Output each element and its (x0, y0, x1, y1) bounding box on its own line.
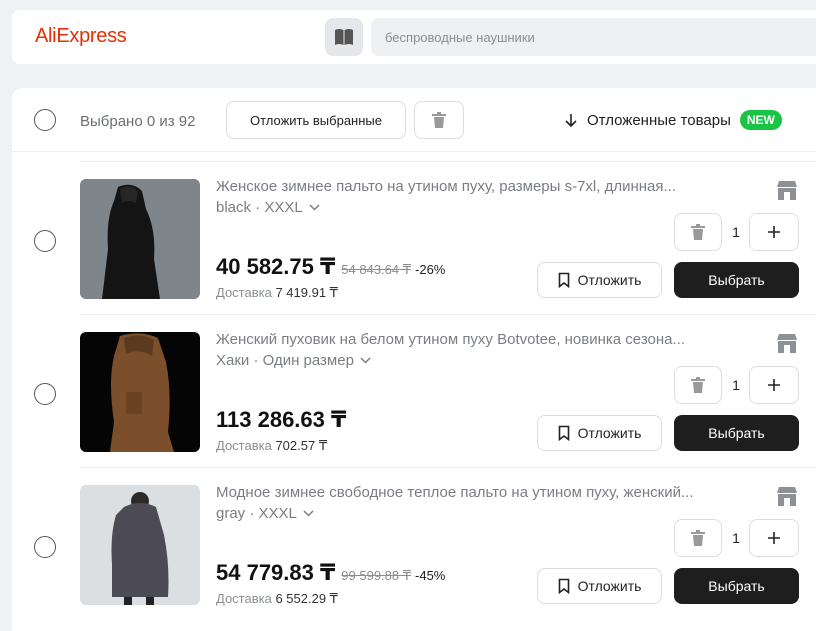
delete-selected-button[interactable] (414, 101, 464, 139)
save-selected-button[interactable]: Отложить выбранные (226, 101, 406, 139)
delivery-price: 702.57 ₸ (275, 438, 328, 453)
store-icon[interactable] (776, 485, 798, 512)
current-price: 40 582.75 ₸ (216, 254, 336, 279)
store-icon[interactable] (776, 332, 798, 359)
plus-icon (768, 379, 780, 391)
header-bar: AliExpress беспроводные наушники (12, 10, 816, 64)
trash-icon (691, 377, 705, 393)
current-price: 54 779.83 ₸ (216, 560, 336, 585)
price-block: 40 582.75 ₸ 54 843.64 ₸ -26% (216, 254, 445, 280)
delivery-label: Доставка (216, 591, 272, 606)
variant-label: Хаки · Один размер (216, 352, 354, 369)
selected-count: Выбрано 0 из 92 (80, 113, 196, 130)
discount-label: -26% (415, 262, 446, 277)
bookmark-icon (558, 578, 570, 594)
item-checkbox[interactable] (34, 536, 56, 558)
save-for-later-label: Отложить (577, 578, 642, 594)
variant-label: gray · XXXL (216, 505, 297, 522)
cart-toolbar: Выбрано 0 из 92 Отложить выбранные Отлож… (12, 88, 816, 152)
select-item-button[interactable]: Выбрать (674, 415, 799, 451)
book-icon (335, 29, 353, 45)
chevron-down-icon (309, 204, 320, 211)
quantity-value: 1 (732, 377, 740, 393)
remove-item-button[interactable] (674, 213, 722, 251)
increase-quantity-button[interactable] (749, 213, 799, 251)
save-for-later-button[interactable]: Отложить (537, 568, 662, 604)
item-checkbox[interactable] (34, 383, 56, 405)
cart-item: Женское зимнее пальто на утином пуху, ра… (12, 161, 816, 314)
product-title[interactable]: Модное зимнее свободное теплое пальто на… (216, 484, 726, 501)
save-for-later-button[interactable]: Отложить (537, 262, 662, 298)
select-item-button[interactable]: Выбрать (674, 262, 799, 298)
delivery-label: Доставка (216, 438, 272, 453)
divider (80, 314, 816, 315)
select-all-checkbox[interactable] (34, 109, 56, 131)
save-for-later-button[interactable]: Отложить (537, 415, 662, 451)
divider (80, 467, 816, 468)
save-for-later-label: Отложить (577, 425, 642, 441)
bookmark-icon (558, 272, 570, 288)
trash-icon (691, 224, 705, 240)
saved-items-label: Отложенные товары (587, 111, 731, 129)
remove-item-button[interactable] (674, 519, 722, 557)
product-image[interactable] (80, 332, 200, 452)
chevron-down-icon (303, 510, 314, 517)
current-price: 113 286.63 ₸ (216, 407, 347, 432)
item-checkbox[interactable] (34, 230, 56, 252)
cart-item: Модное зимнее свободное теплое пальто на… (12, 467, 816, 620)
chevron-down-icon (360, 357, 371, 364)
variant-selector[interactable]: Хаки · Один размер (216, 352, 371, 369)
delivery-info: Доставка 6 552.29 ₸ (216, 591, 338, 607)
catalog-button[interactable] (325, 18, 363, 56)
saved-items-link[interactable]: Отложенные товары NEW (565, 109, 782, 131)
cart-item: Женский пуховик на белом утином пуху Bot… (12, 314, 816, 467)
remove-item-button[interactable] (674, 366, 722, 404)
delivery-info: Доставка 702.57 ₸ (216, 438, 327, 454)
save-for-later-label: Отложить (577, 272, 642, 288)
trash-icon (432, 112, 446, 128)
cart-panel: Выбрано 0 из 92 Отложить выбранные Отлож… (12, 88, 816, 631)
delivery-info: Доставка 7 419.91 ₸ (216, 285, 338, 301)
product-title[interactable]: Женское зимнее пальто на утином пуху, ра… (216, 178, 726, 195)
select-item-button[interactable]: Выбрать (674, 568, 799, 604)
discount-label: -45% (415, 568, 446, 583)
variant-label: black · XXXL (216, 199, 303, 216)
bookmark-icon (558, 425, 570, 441)
delivery-label: Доставка (216, 285, 272, 300)
divider (80, 161, 816, 162)
variant-selector[interactable]: black · XXXL (216, 199, 320, 216)
product-image[interactable] (80, 179, 200, 299)
new-badge: NEW (739, 110, 782, 130)
variant-selector[interactable]: gray · XXXL (216, 505, 314, 522)
plus-icon (768, 226, 780, 238)
search-input[interactable]: беспроводные наушники (371, 18, 816, 56)
trash-icon (691, 530, 705, 546)
increase-quantity-button[interactable] (749, 366, 799, 404)
store-icon[interactable] (776, 179, 798, 206)
arrow-down-icon (565, 113, 577, 128)
delivery-price: 7 419.91 ₸ (275, 285, 338, 300)
old-price: 54 843.64 ₸ (341, 262, 412, 277)
old-price: 99 599.88 ₸ (341, 568, 412, 583)
product-image[interactable] (80, 485, 200, 605)
quantity-value: 1 (732, 224, 740, 240)
price-block: 113 286.63 ₸ (216, 407, 346, 433)
increase-quantity-button[interactable] (749, 519, 799, 557)
price-block: 54 779.83 ₸ 99 599.88 ₸ -45% (216, 560, 445, 586)
delivery-price: 6 552.29 ₸ (275, 591, 338, 606)
aliexpress-logo[interactable]: AliExpress (35, 25, 127, 48)
product-title[interactable]: Женский пуховик на белом утином пуху Bot… (216, 331, 726, 348)
plus-icon (768, 532, 780, 544)
quantity-value: 1 (732, 530, 740, 546)
